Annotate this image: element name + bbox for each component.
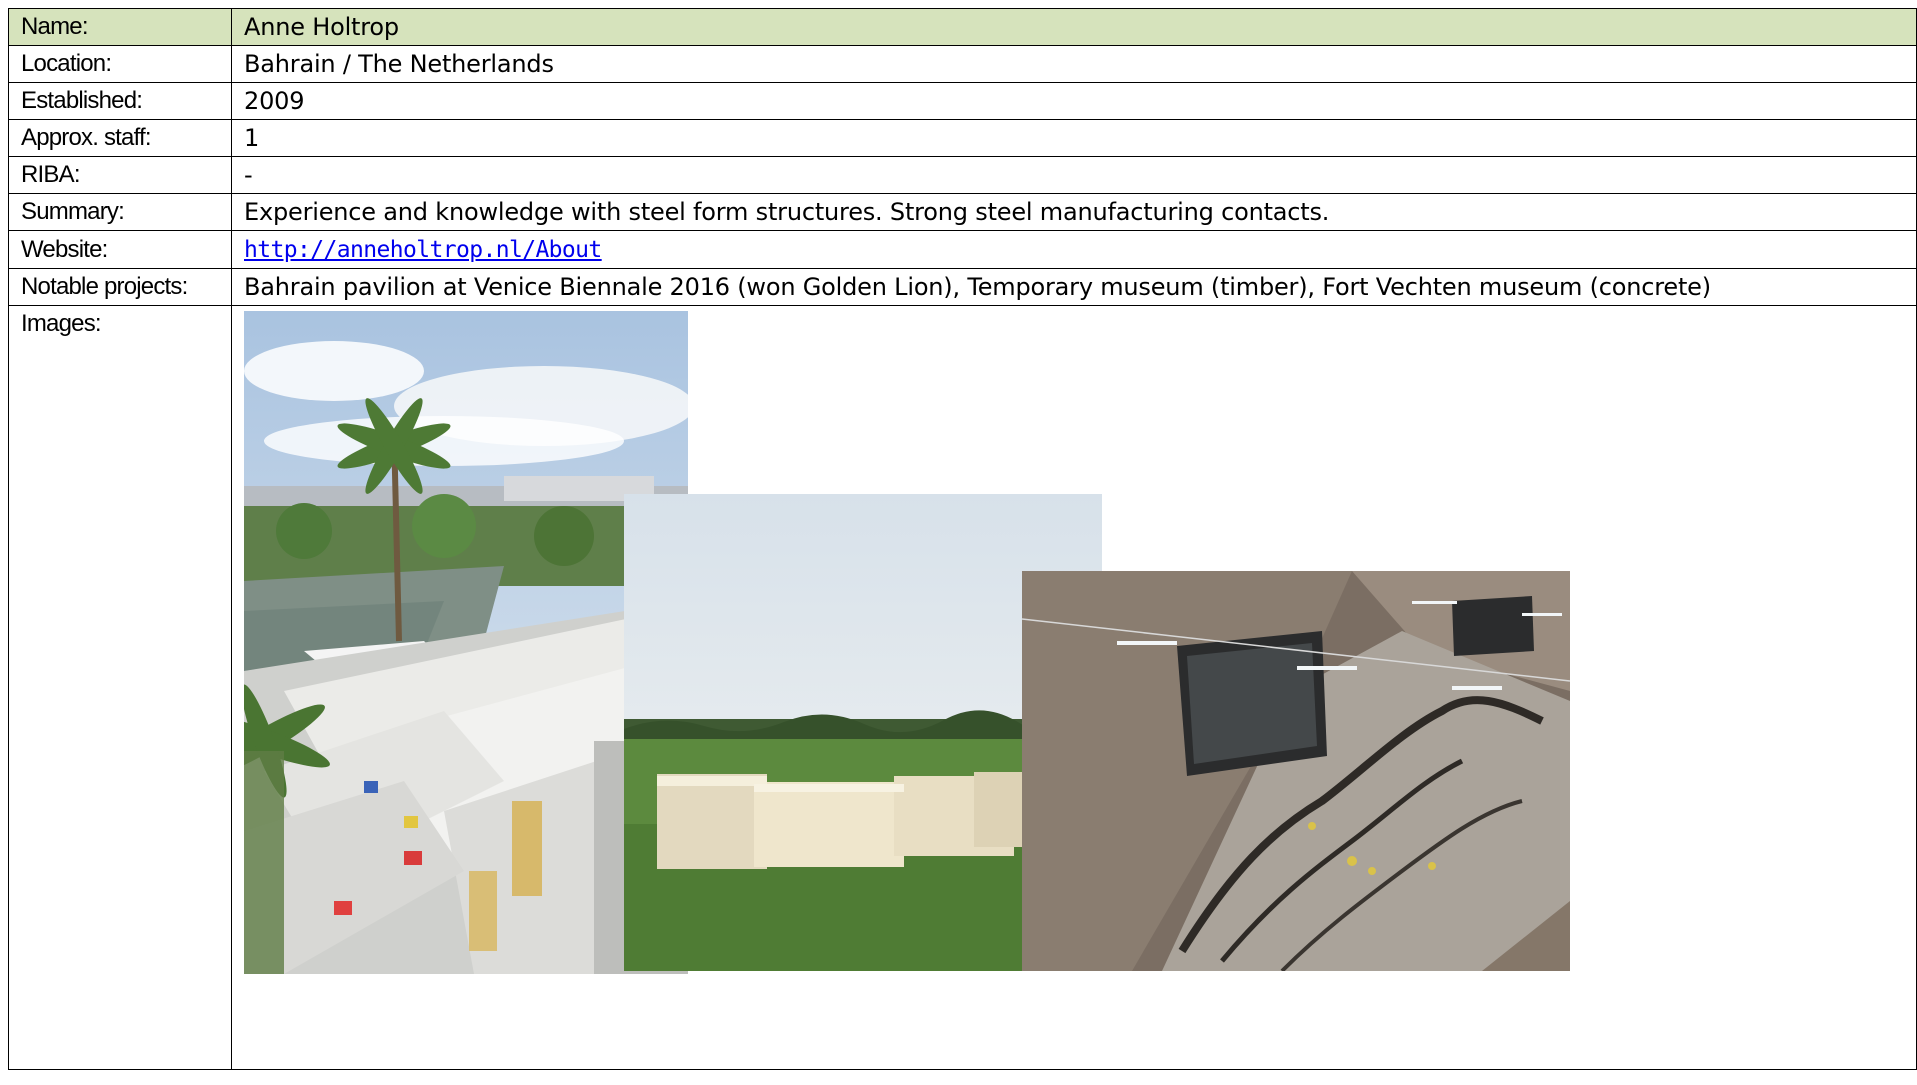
row-riba: RIBA: -: [8, 156, 1917, 194]
value-riba: -: [231, 156, 1917, 194]
row-website: Website: http://anneholtrop.nl/About: [8, 230, 1917, 269]
label-website: Website:: [8, 230, 232, 269]
value-location: Bahrain / The Netherlands: [231, 45, 1917, 83]
label-notable-projects: Notable projects:: [8, 268, 232, 306]
row-location: Location: Bahrain / The Netherlands: [8, 45, 1917, 83]
images-container: [233, 308, 1916, 1069]
value-summary: Experience and knowledge with steel form…: [231, 193, 1917, 231]
row-summary: Summary: Experience and knowledge with s…: [8, 193, 1917, 231]
value-images: [231, 305, 1917, 1070]
value-name: Anne Holtrop: [231, 8, 1917, 46]
value-website: http://anneholtrop.nl/About: [231, 230, 1917, 269]
website-link[interactable]: http://anneholtrop.nl/About: [244, 237, 602, 263]
label-location: Location:: [8, 45, 232, 83]
label-staff: Approx. staff:: [8, 119, 232, 157]
row-notable-projects: Notable projects: Bahrain pavilion at Ve…: [8, 268, 1917, 306]
value-established: 2009: [231, 82, 1917, 120]
row-name: Name: Anne Holtrop: [8, 8, 1917, 46]
row-established: Established: 2009: [8, 82, 1917, 120]
label-riba: RIBA:: [8, 156, 232, 194]
row-staff: Approx. staff: 1: [8, 119, 1917, 157]
label-name: Name:: [8, 8, 232, 46]
label-summary: Summary:: [8, 193, 232, 231]
profile-sheet: Name: Anne Holtrop Location: Bahrain / T…: [8, 8, 1917, 1085]
value-notable-projects: Bahrain pavilion at Venice Biennale 2016…: [231, 268, 1917, 306]
photo-bahrain-pavilion: [244, 311, 688, 974]
row-images: Images:: [8, 305, 1917, 1070]
label-images: Images:: [8, 305, 232, 1070]
profile-table: Name: Anne Holtrop Location: Bahrain / T…: [8, 8, 1917, 1070]
photo-fort-vechten: [1022, 571, 1570, 971]
label-established: Established:: [8, 82, 232, 120]
value-staff: 1: [231, 119, 1917, 157]
